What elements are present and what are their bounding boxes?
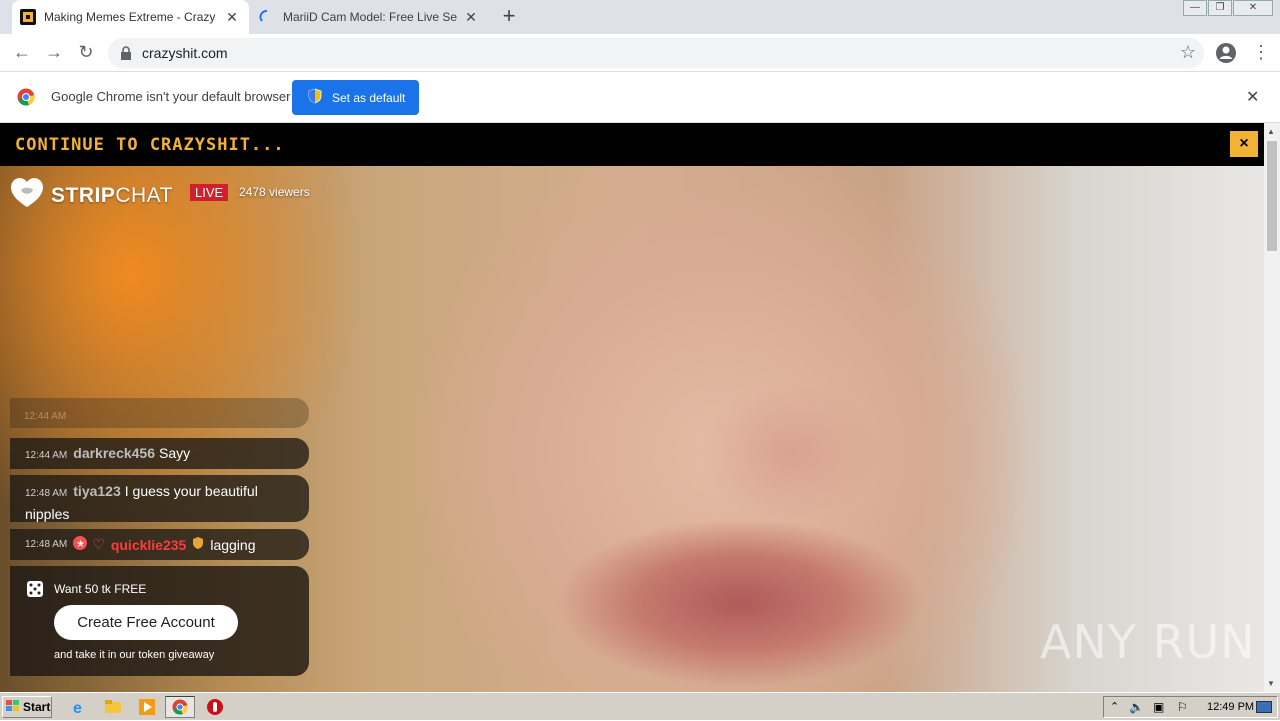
back-arrow-icon[interactable]: ← — [11, 42, 33, 64]
chat-time: 12:44 AM — [25, 450, 68, 461]
ie-icon[interactable]: e — [71, 698, 89, 717]
chat-time: 12:48 AM — [25, 539, 68, 550]
start-button[interactable]: Start — [2, 696, 52, 718]
stripchat-heart-icon — [10, 177, 44, 214]
scroll-up-icon[interactable]: ▲ — [1267, 127, 1275, 136]
live-badge: LIVE — [190, 184, 229, 201]
start-label: Start — [23, 700, 51, 714]
chat-username[interactable]: quicklie235 — [111, 537, 187, 553]
chat-time: 12:44 AM — [24, 411, 67, 422]
scrollbar-thumb[interactable] — [1267, 141, 1277, 251]
promo-subtext: and take it in our token giveaway — [54, 649, 215, 661]
restore-button[interactable]: ❐ — [1208, 0, 1232, 16]
windows-taskbar: Start e ⌃ 🔈 ▣ ⚐ 12:49 PM — [0, 692, 1280, 720]
chat-row: 12:44 AM darkreck456 Sayy — [10, 438, 309, 469]
chat-username[interactable]: darkreck456 — [73, 445, 155, 461]
logo-strip-text: STRIP — [51, 183, 116, 207]
infobar-close-icon[interactable]: ✕ — [1246, 87, 1259, 107]
reload-icon[interactable]: ↻ — [75, 42, 97, 64]
chat-message: Sayy — [159, 445, 191, 461]
loading-spinner-icon — [259, 9, 275, 25]
infobar-message: Google Chrome isn't your default browser — [51, 89, 291, 104]
set-as-default-label: Set as default — [332, 90, 406, 105]
tray-expand-icon[interactable]: ⌃ — [1110, 700, 1119, 713]
tab-stripchat[interactable]: MariiD Cam Model: Free Live Sex Sho ✕ — [251, 0, 488, 34]
shield-badge-icon — [192, 536, 204, 553]
system-tray: ⌃ 🔈 ▣ ⚐ 12:49 PM — [1103, 696, 1278, 718]
page-content: CONTINUE TO CRAZYSHIT... × STRIPCHAT LIV… — [0, 123, 1264, 692]
continue-link[interactable]: CONTINUE TO CRAZYSHIT... — [15, 135, 285, 155]
tab-title: MariiD Cam Model: Free Live Sex Sho — [283, 10, 457, 24]
flag-icon[interactable]: ⚐ — [1177, 700, 1188, 714]
crazyshit-favicon-icon — [20, 9, 36, 25]
continue-close-button[interactable]: × — [1230, 131, 1258, 157]
star-badge-icon: ★ — [73, 536, 88, 553]
dice-icon — [26, 580, 44, 603]
windows-logo-icon — [6, 699, 20, 715]
lock-icon — [120, 46, 132, 65]
logo-chat-text: CHAT — [115, 183, 173, 207]
chat-row: 12:48 AM tiya123 I guess your beautiful ni… — [10, 475, 309, 522]
minimize-button[interactable]: — — [1183, 0, 1207, 16]
chrome-taskbar-button[interactable] — [165, 696, 195, 718]
vertical-scrollbar[interactable]: ▲ ▼ — [1264, 123, 1280, 692]
network-icon[interactable]: ▣ — [1153, 700, 1164, 714]
uac-shield-icon — [308, 88, 322, 107]
continue-bar[interactable]: CONTINUE TO CRAZYSHIT... × — [0, 123, 1264, 166]
menu-dots-icon[interactable]: ⋮ — [1252, 42, 1270, 63]
set-as-default-button[interactable]: Set as default — [292, 80, 419, 115]
tab-strip: Making Memes Extreme - Crazy Shit ✕ Mari… — [0, 0, 1280, 34]
chat-row: 12:48 AM ★ ♡ quicklie235 lagging — [10, 529, 309, 560]
chrome-taskbar-icon — [172, 699, 188, 720]
token-giveaway-panel: Want 50 tk FREE Create Free Account and … — [10, 566, 309, 676]
folder-icon[interactable] — [104, 698, 122, 716]
stripchat-wordmark: STRIPCHAT — [51, 184, 173, 208]
browser-toolbar: ← → ↻ crazyshit.com ☆ ⋮ — [0, 34, 1280, 72]
tab-close-icon[interactable]: ✕ — [224, 9, 240, 26]
stripchat-logo[interactable]: STRIPCHAT — [10, 177, 173, 214]
taskbar-clock[interactable]: 12:49 PM — [1207, 701, 1254, 713]
viewer-count: 2478 viewers — [239, 185, 310, 199]
tab-title: Making Memes Extreme - Crazy Shit — [44, 10, 218, 24]
new-tab-button[interactable]: + — [498, 5, 520, 28]
url-text: crazyshit.com — [142, 45, 228, 61]
window-close-button[interactable]: ✕ — [1233, 0, 1273, 16]
svg-text:e: e — [73, 700, 82, 716]
scroll-down-icon[interactable]: ▼ — [1267, 679, 1275, 688]
default-browser-infobar: Google Chrome isn't your default browser… — [0, 72, 1280, 123]
tab-close-icon[interactable]: ✕ — [463, 9, 479, 26]
address-bar[interactable]: crazyshit.com ☆ — [108, 38, 1204, 68]
media-player-icon[interactable] — [138, 698, 156, 716]
promo-headline: Want 50 tk FREE — [54, 582, 147, 596]
show-desktop-icon[interactable] — [1256, 701, 1272, 713]
chat-row-faded: 12:44 AM — [10, 398, 309, 428]
chat-message: lagging — [210, 536, 256, 553]
volume-icon[interactable]: 🔈 — [1129, 700, 1144, 714]
tab-crazyshit[interactable]: Making Memes Extreme - Crazy Shit ✕ — [12, 0, 249, 34]
svg-text:★: ★ — [76, 539, 85, 550]
opera-icon[interactable] — [206, 698, 224, 716]
profile-icon[interactable] — [1215, 42, 1237, 69]
create-free-account-button[interactable]: Create Free Account — [54, 605, 238, 640]
chrome-logo-icon — [17, 88, 35, 111]
anyrun-watermark: ANY RUN — [1040, 615, 1256, 669]
heart-badge-icon: ♡ — [92, 536, 105, 552]
chat-time: 12:48 AM — [25, 488, 68, 499]
forward-arrow-icon[interactable]: → — [43, 42, 65, 64]
bookmark-star-icon[interactable]: ☆ — [1180, 42, 1196, 63]
chat-username[interactable]: tiya123 — [73, 483, 120, 499]
